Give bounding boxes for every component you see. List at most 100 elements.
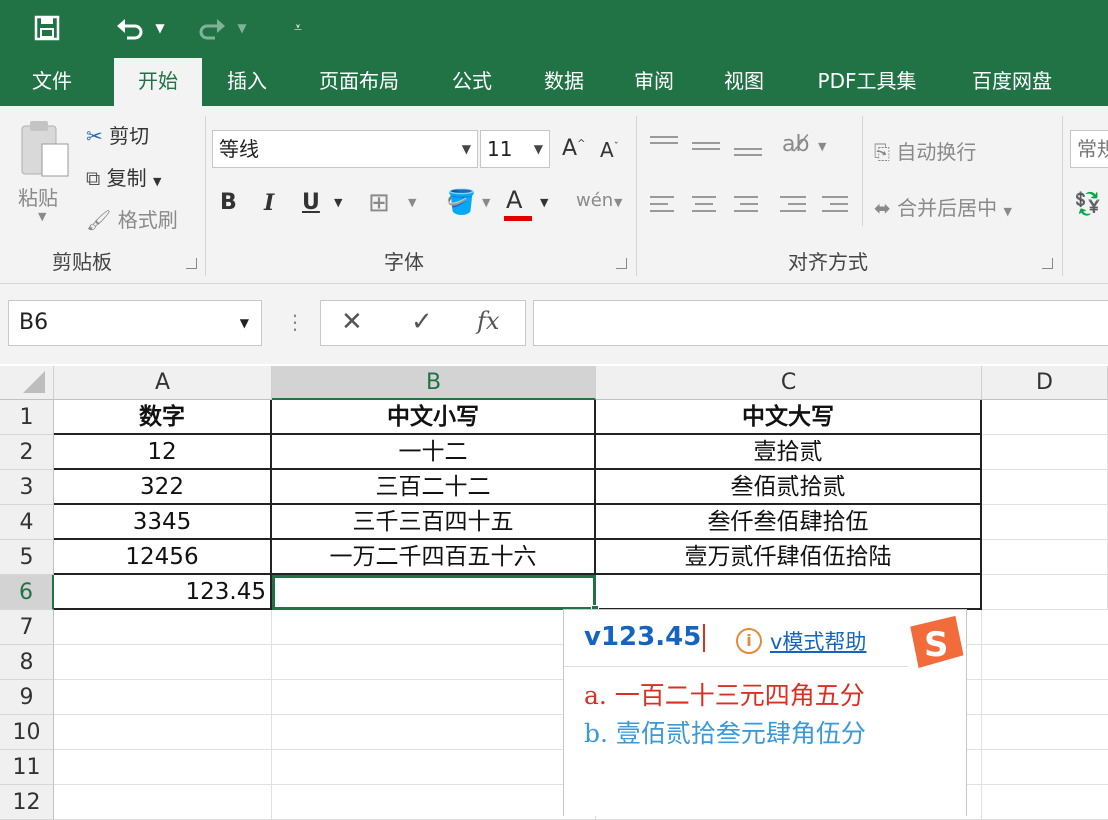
paste-dropdown-icon[interactable]: ▼ [38, 210, 46, 223]
cell-a3[interactable]: 322 [54, 470, 272, 505]
tab-data[interactable]: 数据 [524, 58, 604, 106]
redo-icon[interactable] [192, 12, 232, 44]
number-format-select[interactable]: 常规 [1070, 130, 1108, 168]
insert-function-icon[interactable]: fx [477, 307, 499, 335]
fill-dropdown-icon[interactable]: ▼ [482, 196, 490, 209]
cell-b5[interactable]: 一万二千四百五十六 [272, 540, 596, 575]
column-header-b[interactable]: B [272, 366, 596, 400]
undo-icon[interactable] [110, 12, 150, 44]
formula-input[interactable] [533, 300, 1108, 346]
cell-c5[interactable]: 壹万贰仟肆佰伍拾陆 [596, 540, 982, 575]
tab-baidu-netdisk[interactable]: 百度网盘 [952, 58, 1072, 106]
row-header[interactable]: 2 [0, 435, 54, 470]
row-header[interactable]: 7 [0, 610, 54, 645]
row-header[interactable]: 1 [0, 400, 54, 435]
copy-button[interactable]: ⧉ 复制 ▼ [86, 162, 161, 191]
cell-d3[interactable] [982, 470, 1108, 505]
row-header[interactable]: 9 [0, 680, 54, 715]
cell-b3[interactable]: 三百二十二 [272, 470, 596, 505]
cell-c1[interactable]: 中文大写 [596, 400, 982, 435]
clipboard-launcher-icon[interactable] [186, 258, 197, 269]
shrink-font-button[interactable]: Aˇ [600, 138, 619, 162]
alignment-launcher-icon[interactable] [1042, 258, 1053, 269]
orientation-icon[interactable]: ab̸ [782, 132, 809, 157]
row-header[interactable]: 3 [0, 470, 54, 505]
row-header[interactable]: 6 [0, 575, 54, 610]
font-size-select[interactable]: 11 ▼ [480, 130, 550, 168]
column-header-a[interactable]: A [54, 366, 272, 400]
cell-c4[interactable]: 叁仟叁佰肆拾伍 [596, 505, 982, 540]
phonetic-dropdown-icon[interactable]: ▼ [614, 196, 622, 209]
tab-pdf-tools[interactable]: PDF工具集 [800, 58, 934, 106]
select-all-corner[interactable] [0, 366, 54, 400]
paste-button-label[interactable]: 粘贴 [18, 182, 58, 211]
cell-b1[interactable]: 中文小写 [272, 400, 596, 435]
merge-center-button[interactable]: ⬌ 合并后居中 ▼ [874, 192, 1012, 221]
format-painter-button[interactable]: 🖌 格式刷 [86, 204, 178, 233]
italic-button[interactable]: I [264, 190, 274, 216]
row-header[interactable]: 5 [0, 540, 54, 575]
cell-a1[interactable]: 数字 [54, 400, 272, 435]
cell-b2[interactable]: 一十二 [272, 435, 596, 470]
tab-review[interactable]: 审阅 [614, 58, 694, 106]
row-header[interactable]: 11 [0, 750, 54, 785]
paste-icon[interactable] [16, 118, 74, 184]
currency-icon[interactable]: 💱 [1074, 192, 1101, 217]
column-header-c[interactable]: C [596, 366, 982, 400]
cell-b6-active[interactable] [272, 575, 596, 610]
borders-dropdown-icon[interactable]: ▼ [408, 196, 416, 209]
cell-a6[interactable]: 123.45 [54, 575, 272, 610]
drag-handle-icon[interactable]: ⋮ [285, 310, 305, 334]
name-box[interactable]: B6 ▼ [8, 300, 262, 346]
cell-a4[interactable]: 3345 [54, 505, 272, 540]
font-launcher-icon[interactable] [616, 258, 627, 269]
underline-button[interactable]: U [302, 190, 320, 215]
phonetic-guide-icon[interactable]: wén [576, 190, 613, 211]
copy-dropdown-icon[interactable]: ▼ [153, 175, 161, 188]
borders-icon[interactable]: ⊞ [368, 188, 390, 218]
chevron-down-icon[interactable]: ▼ [240, 301, 249, 345]
tab-formulas[interactable]: 公式 [432, 58, 512, 106]
tab-view[interactable]: 视图 [704, 58, 784, 106]
v-mode-help-link[interactable]: v模式帮助 [770, 626, 866, 656]
column-header-d[interactable]: D [982, 366, 1108, 400]
row-header[interactable]: 10 [0, 715, 54, 750]
redo-dropdown-icon[interactable]: ▼ [234, 12, 250, 44]
row-header[interactable]: 8 [0, 645, 54, 680]
underline-dropdown-icon[interactable]: ▼ [334, 196, 342, 209]
tab-file[interactable]: 文件 [10, 58, 94, 106]
tab-insert[interactable]: 插入 [208, 58, 286, 106]
cell-d5[interactable] [982, 540, 1108, 575]
cut-button[interactable]: ✂ 剪切 [86, 120, 149, 149]
font-color-button[interactable]: A [504, 186, 532, 221]
grow-font-button[interactable]: A^ [562, 136, 585, 161]
cell-d6[interactable] [982, 575, 1108, 610]
save-icon[interactable] [30, 12, 64, 44]
tab-page-layout[interactable]: 页面布局 [300, 58, 418, 106]
undo-dropdown-icon[interactable]: ▼ [150, 12, 170, 44]
font-name-select[interactable]: 等线 ▼ [212, 130, 478, 168]
ime-candidate-b[interactable]: b. 壹佰贰拾叁元肆角伍分 [584, 714, 866, 750]
cell-c3[interactable]: 叁佰贰拾贰 [596, 470, 982, 505]
customize-icon[interactable]: ⩡ [288, 12, 308, 44]
ime-candidate-a[interactable]: a. 一百二十三元四角五分 [584, 676, 865, 712]
enter-icon[interactable]: ✓ [411, 307, 433, 337]
cell-d2[interactable] [982, 435, 1108, 470]
cell-d4[interactable] [982, 505, 1108, 540]
wrap-text-button[interactable]: ⎘ 自动换行 [874, 136, 976, 165]
orientation-dropdown-icon[interactable]: ▼ [818, 140, 826, 153]
info-icon[interactable]: i [736, 628, 762, 654]
cell-a5[interactable]: 12456 [54, 540, 272, 575]
cancel-icon[interactable]: ✕ [341, 307, 363, 337]
row-header[interactable]: 4 [0, 505, 54, 540]
tab-home[interactable]: 开始 [114, 58, 202, 106]
cell-c6[interactable] [596, 575, 982, 610]
cell-c2[interactable]: 壹拾贰 [596, 435, 982, 470]
cell-b4[interactable]: 三千三百四十五 [272, 505, 596, 540]
fill-color-icon[interactable]: 🪣 [446, 188, 476, 216]
cell-d1[interactable] [982, 400, 1108, 435]
row-header[interactable]: 12 [0, 785, 54, 820]
merge-dropdown-icon[interactable]: ▼ [1003, 205, 1011, 218]
bold-button[interactable]: B [220, 190, 237, 215]
font-color-dropdown-icon[interactable]: ▼ [540, 196, 548, 209]
